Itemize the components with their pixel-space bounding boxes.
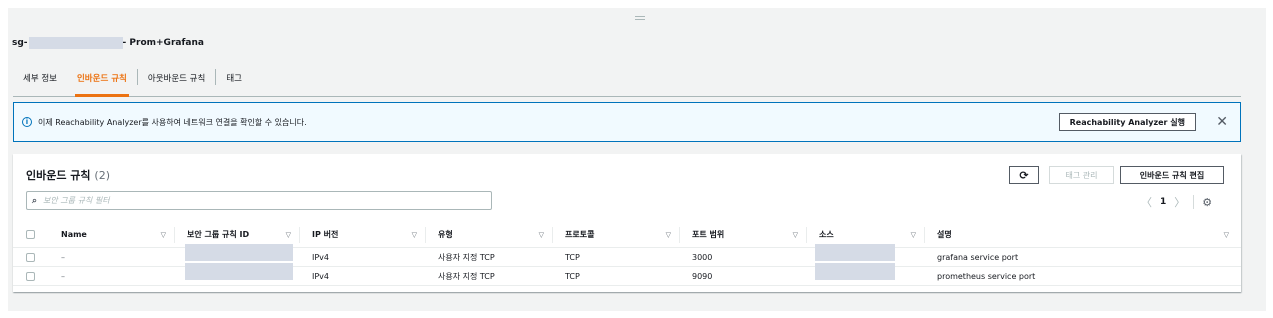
redacted-rule-id	[185, 263, 293, 280]
column-label: Name	[61, 230, 87, 239]
tab-outbound-rules[interactable]: 아웃바운드 규칙	[138, 61, 215, 94]
row-checkbox[interactable]	[26, 271, 35, 281]
security-group-title: sg- - Prom+Grafana	[12, 37, 204, 49]
prev-page-icon[interactable]: 〈	[1141, 194, 1152, 210]
redacted-source	[815, 263, 895, 280]
redacted-sg-id	[28, 37, 123, 49]
column-header-name[interactable]: Name ▽	[49, 226, 175, 243]
protocol: TCP	[565, 271, 580, 281]
column-label: 프로토콜	[565, 230, 595, 239]
pager-divider	[1193, 195, 1195, 209]
reachability-info-banner: i 이제 Reachability Analyzer를 사용하여 네트워크 연결…	[13, 102, 1241, 142]
column-header-type[interactable]: 유형 ▽	[426, 226, 553, 243]
info-icon: i	[22, 117, 32, 127]
sg-suffix: - Prom+Grafana	[122, 38, 204, 48]
column-header-ip-version[interactable]: IP 버전 ▽	[300, 226, 426, 243]
column-label: IP 버전	[312, 230, 339, 239]
column-label: 소스	[819, 230, 834, 239]
security-group-detail-panel: sg- - Prom+Grafana 세부 정보 인바운드 규칙 아웃바운드 규…	[8, 8, 1266, 311]
column-label: 유형	[438, 230, 453, 239]
current-page[interactable]: 1	[1160, 197, 1166, 207]
sort-icon[interactable]: ▽	[793, 231, 798, 239]
protocol: TCP	[565, 252, 580, 262]
sort-icon[interactable]: ▽	[911, 231, 916, 239]
row-checkbox[interactable]	[26, 252, 35, 262]
redacted-source	[815, 244, 895, 261]
manage-tags-button[interactable]: 태그 관리	[1049, 166, 1114, 184]
description: grafana service port	[937, 252, 1019, 262]
search-icon: ⌕	[32, 195, 38, 206]
port-range: 3000	[692, 252, 713, 262]
table-row[interactable]: – IPv4 사용자 지정 TCP TCP 9090 prometheus se…	[13, 263, 1241, 286]
tab-details[interactable]: 세부 정보	[13, 61, 67, 94]
port-range: 9090	[692, 271, 713, 281]
inbound-rules-heading: 인바운드 규칙 (2)	[26, 167, 110, 183]
rule-name: –	[61, 271, 65, 281]
sort-icon[interactable]: ▽	[412, 231, 417, 239]
search-placeholder: 보안 그룹 규칙 필터	[43, 196, 110, 205]
select-all-checkbox-cell	[13, 227, 49, 243]
inbound-rules-table: Name ▽ 보안 그룹 규칙 ID ▽ IP 버전 ▽ 유형 ▽ 프로토콜 ▽ 포트 범…	[13, 222, 1241, 286]
pagination: 〈 1 〉 ⚙	[1141, 194, 1212, 210]
ip-version: IPv4	[312, 271, 330, 281]
inbound-rules-title: 인바운드 규칙	[26, 169, 91, 182]
sg-prefix: sg-	[12, 38, 28, 48]
refresh-icon: ⟳	[1019, 168, 1029, 182]
gear-icon[interactable]: ⚙	[1202, 196, 1212, 209]
row-checkbox-cell	[13, 248, 49, 266]
column-header-port-range[interactable]: 포트 범위 ▽	[680, 226, 807, 243]
sort-icon[interactable]: ▽	[286, 231, 291, 239]
sort-icon[interactable]: ▽	[161, 231, 166, 239]
sort-icon[interactable]: ▽	[1224, 231, 1229, 239]
select-all-checkbox[interactable]	[26, 230, 35, 239]
rule-type: 사용자 지정 TCP	[438, 271, 495, 281]
run-reachability-analyzer-button[interactable]: Reachability Analyzer 실행	[1058, 113, 1196, 131]
redacted-rule-id	[185, 244, 293, 261]
rule-name: –	[61, 252, 65, 262]
column-header-source[interactable]: 소스 ▽	[807, 226, 925, 243]
rule-id-cell	[175, 263, 300, 285]
column-label: 보안 그룹 규칙 ID	[187, 230, 250, 239]
tab-inbound-rules[interactable]: 인바운드 규칙	[67, 61, 137, 97]
refresh-button[interactable]: ⟳	[1009, 166, 1039, 184]
next-page-icon[interactable]: 〉	[1174, 194, 1185, 210]
inbound-rules-count: (2)	[94, 169, 110, 182]
column-header-rule-id[interactable]: 보안 그룹 규칙 ID ▽	[175, 226, 300, 243]
column-label: 설명	[937, 230, 952, 239]
detail-tabs: 세부 정보 인바운드 규칙 아웃바운드 규칙 태그	[13, 61, 1241, 97]
description: prometheus service port	[937, 271, 1036, 281]
rule-type: 사용자 지정 TCP	[438, 252, 495, 262]
tab-tags[interactable]: 태그	[216, 61, 252, 94]
sort-icon[interactable]: ▽	[666, 231, 671, 239]
column-header-protocol[interactable]: 프로토콜 ▽	[553, 226, 680, 243]
source-cell	[807, 263, 925, 285]
info-message: 이제 Reachability Analyzer를 사용하여 네트워크 연결을 …	[38, 117, 307, 127]
row-checkbox-cell	[13, 267, 49, 285]
resize-handle[interactable]	[635, 16, 645, 20]
sort-icon[interactable]: ▽	[539, 231, 544, 239]
inbound-rules-card: 인바운드 규칙 (2) ⟳ 태그 관리 인바운드 규칙 편집 ⌕ 보안 그룹 규…	[13, 154, 1241, 292]
column-header-description[interactable]: 설명 ▽	[925, 227, 1237, 243]
edit-inbound-rules-button[interactable]: 인바운드 규칙 편집	[1120, 166, 1224, 184]
ip-version: IPv4	[312, 252, 330, 262]
close-icon[interactable]: ✕	[1216, 113, 1228, 131]
column-label: 포트 범위	[692, 230, 725, 239]
search-input[interactable]: ⌕ 보안 그룹 규칙 필터	[26, 191, 492, 210]
